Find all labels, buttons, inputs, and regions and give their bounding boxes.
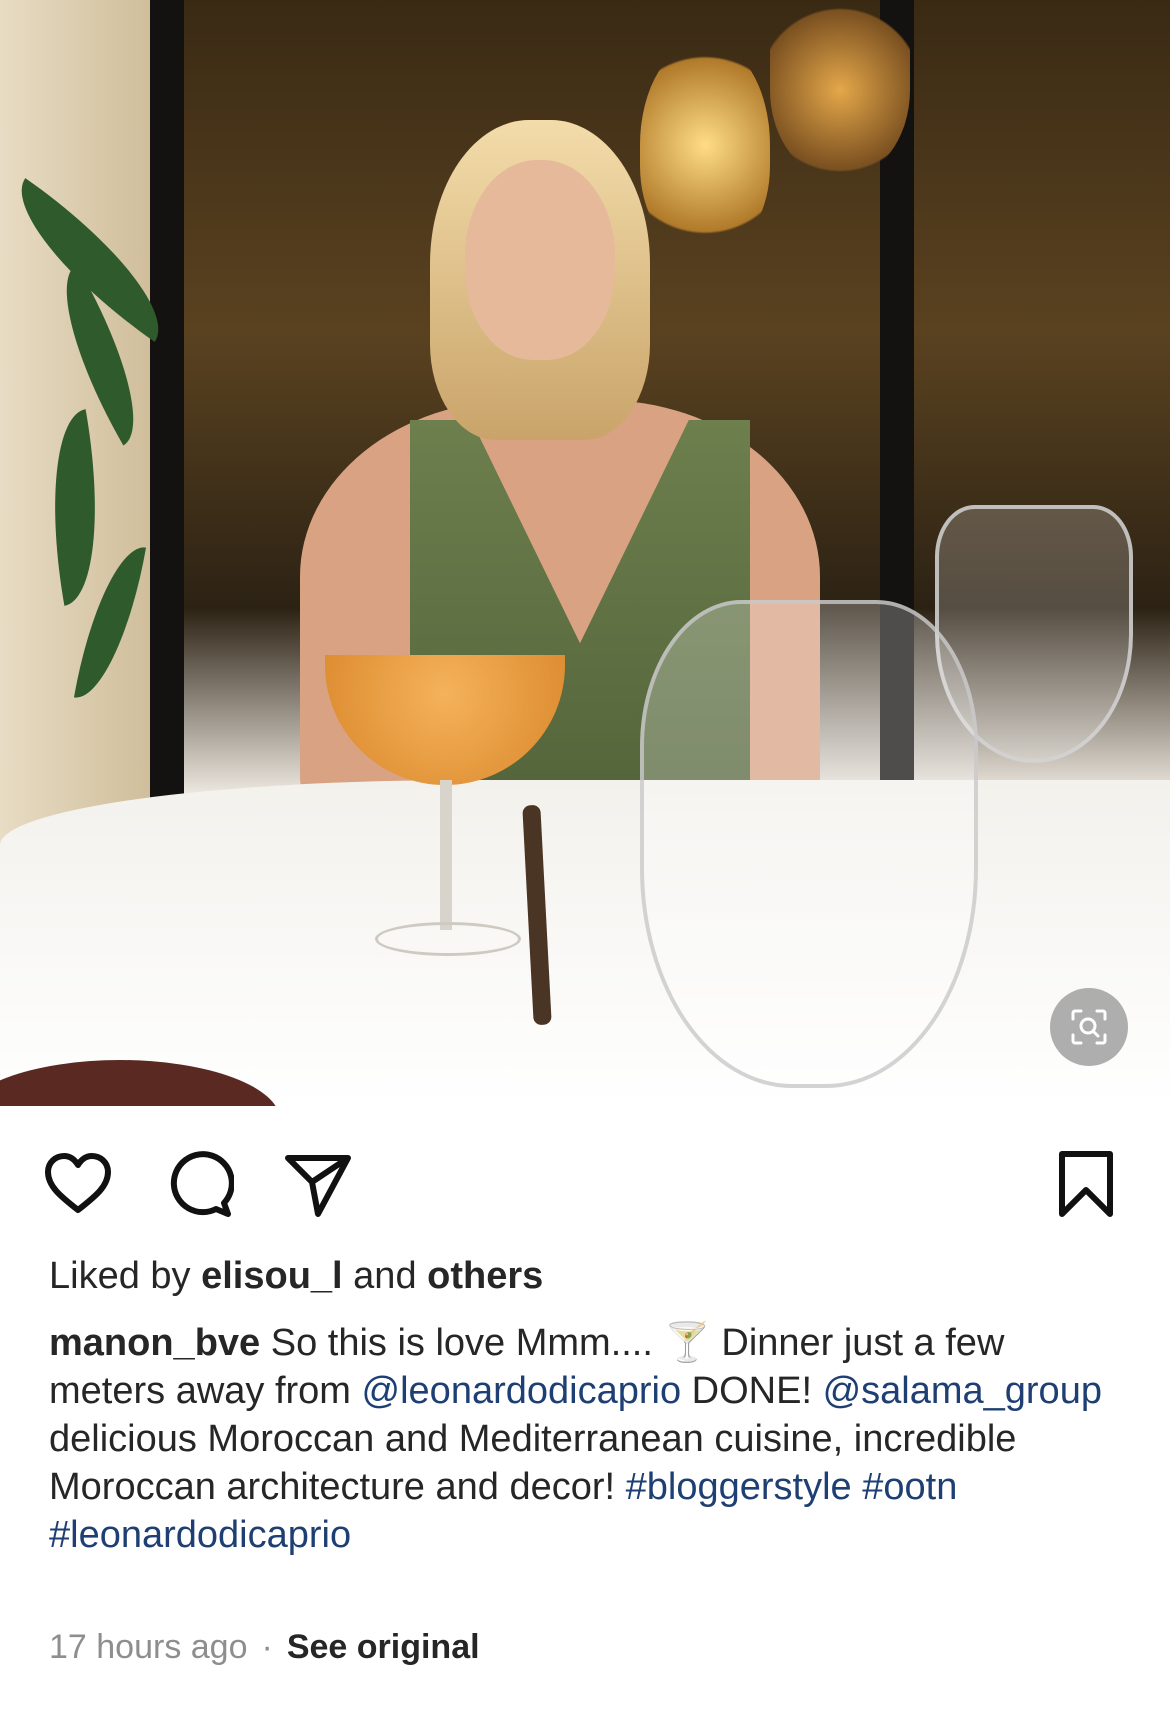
photo-water-glass — [640, 600, 978, 1088]
caption-text: DONE! — [681, 1370, 823, 1412]
mention-link[interactable]: @leonardodicaprio — [362, 1370, 682, 1412]
photo-table — [0, 780, 1170, 1106]
heart-icon — [45, 1153, 111, 1213]
post-action-bar — [0, 1140, 1170, 1220]
see-original-button[interactable]: See original — [287, 1628, 480, 1666]
meta-separator: · — [261, 1628, 273, 1666]
save-button[interactable] — [1050, 1148, 1122, 1220]
mention-link[interactable]: @salama_group — [823, 1370, 1102, 1412]
likes-prefix: Liked by — [49, 1255, 191, 1297]
post-photo[interactable] — [0, 0, 1170, 1106]
liked-by-user-link[interactable]: elisou_l — [201, 1255, 343, 1297]
visual-search-button[interactable] — [1050, 988, 1128, 1066]
cocktail-emoji: 🍸 — [663, 1322, 711, 1364]
photo-door-frame — [150, 0, 184, 820]
photo-lamp — [640, 40, 770, 250]
photo-glass-stem — [440, 780, 452, 930]
comment-button[interactable] — [162, 1148, 234, 1220]
caption-text: So this is love Mmm.... — [260, 1322, 664, 1364]
hashtag-link[interactable]: #leonardodicaprio — [49, 1514, 351, 1556]
comment-bubble-icon — [170, 1151, 234, 1217]
bookmark-icon — [1059, 1151, 1113, 1217]
likes-others-link[interactable]: others — [427, 1255, 543, 1297]
photo-lamp — [770, 0, 910, 180]
caption-username-link[interactable]: manon_bve — [49, 1322, 260, 1364]
like-button[interactable] — [42, 1148, 114, 1220]
post-caption: manon_bve So this is love Mmm.... 🍸 Dinn… — [49, 1319, 1119, 1559]
photo-person-face — [465, 160, 615, 360]
post-timestamp: 17 hours ago — [49, 1628, 248, 1666]
share-button[interactable] — [282, 1148, 354, 1220]
likes-middle: and — [353, 1255, 417, 1297]
post-meta: 17 hours ago · See original — [49, 1625, 480, 1669]
visual-search-icon — [1071, 1009, 1107, 1045]
paper-plane-icon — [285, 1155, 351, 1217]
hashtag-link[interactable]: #ootn — [862, 1466, 957, 1508]
hashtag-link[interactable]: #bloggerstyle — [626, 1466, 852, 1508]
photo-glass-base — [375, 922, 521, 956]
likes-summary[interactable]: Liked by elisou_l and others — [49, 1252, 543, 1300]
